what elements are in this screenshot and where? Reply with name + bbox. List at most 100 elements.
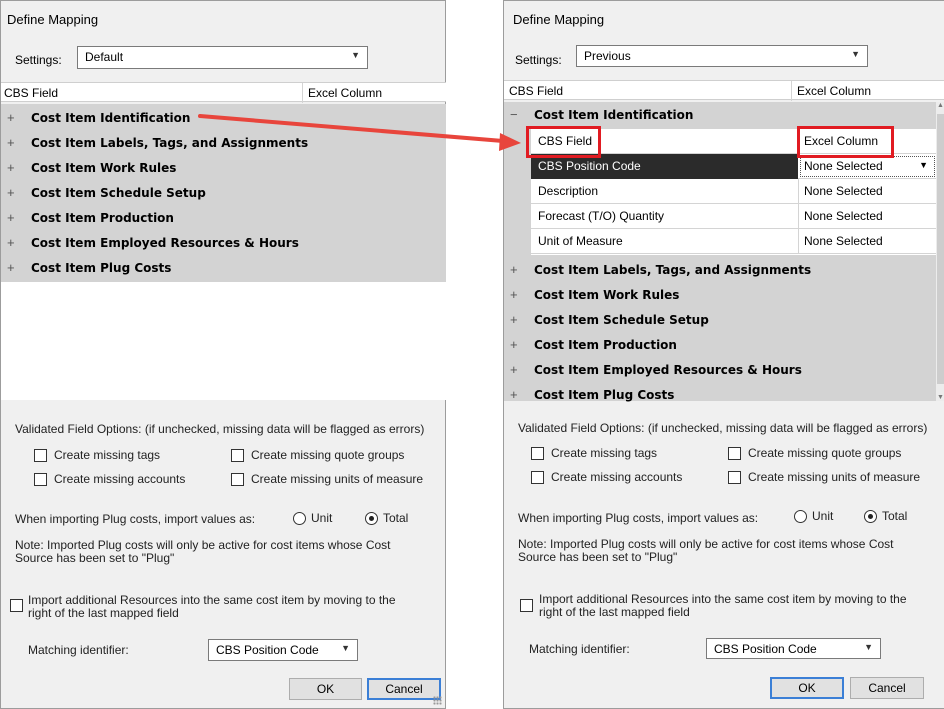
group-row[interactable]: + Cost Item Schedule Setup — [504, 308, 936, 333]
group-label: Cost Item Labels, Tags, and Assignments — [31, 136, 309, 150]
expand-icon[interactable]: + — [510, 262, 518, 277]
cancel-button[interactable]: Cancel — [850, 677, 924, 699]
scroll-up-icon[interactable]: ▲ — [937, 102, 944, 109]
group-row[interactable]: + Cost Item Employed Resources & Hours — [1, 231, 446, 256]
group-label: Cost Item Production — [31, 211, 174, 225]
create-missing-quote-groups-checkbox[interactable] — [231, 449, 244, 462]
highlight-box-excel-column — [797, 126, 894, 158]
expand-icon[interactable]: + — [510, 362, 518, 377]
group-label: Cost Item Labels, Tags, and Assignments — [534, 263, 812, 277]
note-line-2: Source has been set to "Plug" — [15, 551, 175, 565]
expand-icon[interactable]: + — [510, 312, 518, 327]
radio-unit[interactable] — [794, 510, 807, 523]
col-header-excel-column: Excel Column — [797, 84, 872, 98]
create-missing-units-checkbox[interactable] — [728, 471, 741, 484]
radio-unit[interactable] — [293, 512, 306, 525]
chevron-down-icon: ▼ — [919, 160, 928, 170]
field-name: Unit of Measure — [538, 234, 623, 248]
group-row[interactable]: + Cost Item Labels, Tags, and Assignments — [1, 131, 446, 156]
create-missing-units-checkbox[interactable] — [231, 473, 244, 486]
column-divider — [798, 179, 799, 204]
group-row[interactable]: + Cost Item Production — [1, 206, 446, 231]
table-row[interactable]: Description None Selected — [531, 179, 937, 204]
create-missing-accounts-checkbox[interactable] — [531, 471, 544, 484]
define-mapping-dialog-before: Define Mapping Settings: Default ▼ CBS F… — [0, 0, 446, 709]
resize-grip-icon[interactable] — [433, 696, 442, 705]
plug-costs-label: When importing Plug costs, import values… — [518, 511, 759, 525]
expand-icon[interactable]: + — [510, 387, 518, 402]
expand-icon[interactable]: + — [7, 185, 15, 200]
checkbox-label: Create missing units of measure — [251, 472, 424, 486]
expand-icon[interactable]: + — [7, 260, 15, 275]
group-row[interactable]: + Cost Item Employed Resources & Hours — [504, 358, 936, 383]
radio-unit-label: Unit — [812, 509, 834, 523]
group-row[interactable]: + Cost Item Plug Costs — [504, 383, 936, 408]
ok-button[interactable]: OK — [770, 677, 844, 699]
group-row[interactable]: + Cost Item Schedule Setup — [1, 181, 446, 206]
field-name: Description — [538, 184, 599, 198]
settings-value: Previous — [584, 49, 631, 63]
ok-button[interactable]: OK — [289, 678, 362, 700]
grid-header: CBS Field Excel Column — [504, 80, 944, 101]
settings-dropdown[interactable]: Default ▼ — [77, 46, 368, 69]
import-line-2: right of the last mapped field — [539, 605, 690, 619]
matching-identifier-value: CBS Position Code — [714, 642, 817, 656]
collapse-icon[interactable]: − — [510, 107, 518, 122]
import-line-2: right of the last mapped field — [28, 606, 179, 620]
grid-scrollbar[interactable]: ▲ ▼ — [936, 102, 944, 401]
import-additional-resources-checkbox[interactable] — [10, 599, 23, 612]
create-missing-tags-checkbox[interactable] — [34, 449, 47, 462]
validated-options-label: Validated Field Options: (if unchecked, … — [518, 421, 928, 435]
create-missing-tags-checkbox[interactable] — [531, 447, 544, 460]
group-label: Cost Item Work Rules — [31, 161, 177, 175]
plug-costs-label: When importing Plug costs, import values… — [15, 512, 256, 526]
chevron-down-icon: ▼ — [341, 643, 350, 653]
create-missing-accounts-checkbox[interactable] — [34, 473, 47, 486]
table-row[interactable]: Forecast (T/O) Quantity None Selected — [531, 204, 937, 229]
chevron-down-icon: ▼ — [851, 49, 860, 59]
group-row[interactable]: + Cost Item Identification — [1, 106, 446, 131]
dialog-title: Define Mapping — [7, 12, 99, 27]
expand-icon[interactable]: + — [7, 110, 15, 125]
radio-total[interactable] — [365, 512, 378, 525]
matching-identifier-value: CBS Position Code — [216, 643, 319, 657]
matching-identifier-dropdown[interactable]: CBS Position Code ▼ — [706, 638, 881, 659]
group-row[interactable]: + Cost Item Plug Costs — [1, 256, 446, 281]
expand-icon[interactable]: + — [7, 160, 15, 175]
group-row[interactable]: + Cost Item Work Rules — [504, 283, 936, 308]
radio-total[interactable] — [864, 510, 877, 523]
chevron-down-icon: ▼ — [351, 50, 360, 60]
group-label: Cost Item Identification — [31, 111, 191, 125]
field-name: Forecast (T/O) Quantity — [538, 209, 665, 223]
expand-icon[interactable]: + — [510, 337, 518, 352]
checkbox-label: Create missing accounts — [551, 470, 683, 484]
table-row[interactable]: Unit of Measure None Selected — [531, 229, 937, 254]
excel-column-dropdown[interactable]: None Selected ▼ — [800, 156, 935, 177]
settings-label: Settings: — [515, 53, 562, 67]
import-additional-resources-checkbox[interactable] — [520, 599, 533, 612]
expand-icon[interactable]: + — [7, 135, 15, 150]
excel-column-value[interactable]: None Selected — [804, 234, 883, 248]
column-divider — [798, 204, 799, 229]
excel-column-value[interactable]: None Selected — [804, 184, 883, 198]
col-header-cbs-field: CBS Field — [509, 84, 564, 98]
create-missing-quote-groups-checkbox[interactable] — [728, 447, 741, 460]
expand-icon[interactable]: + — [7, 235, 15, 250]
scrollbar-thumb[interactable] — [937, 114, 944, 384]
group-row[interactable]: + Cost Item Labels, Tags, and Assignments — [504, 258, 936, 283]
settings-dropdown[interactable]: Previous ▼ — [576, 45, 868, 67]
expand-icon[interactable]: + — [7, 210, 15, 225]
column-divider — [791, 81, 792, 101]
group-row[interactable]: + Cost Item Work Rules — [1, 156, 446, 181]
expand-icon[interactable]: + — [510, 287, 518, 302]
matching-identifier-dropdown[interactable]: CBS Position Code ▼ — [208, 639, 358, 661]
group-row[interactable]: + Cost Item Production — [504, 333, 936, 358]
excel-column-value: None Selected — [804, 159, 883, 173]
group-row-expanded[interactable]: − Cost Item Identification — [504, 103, 936, 128]
scroll-down-icon[interactable]: ▼ — [937, 394, 944, 401]
col-header-excel-column: Excel Column — [308, 86, 383, 100]
excel-column-value[interactable]: None Selected — [804, 209, 883, 223]
cancel-button[interactable]: Cancel — [367, 678, 441, 700]
checkbox-label: Create missing tags — [54, 448, 161, 462]
group-label: Cost Item Identification — [534, 108, 694, 122]
